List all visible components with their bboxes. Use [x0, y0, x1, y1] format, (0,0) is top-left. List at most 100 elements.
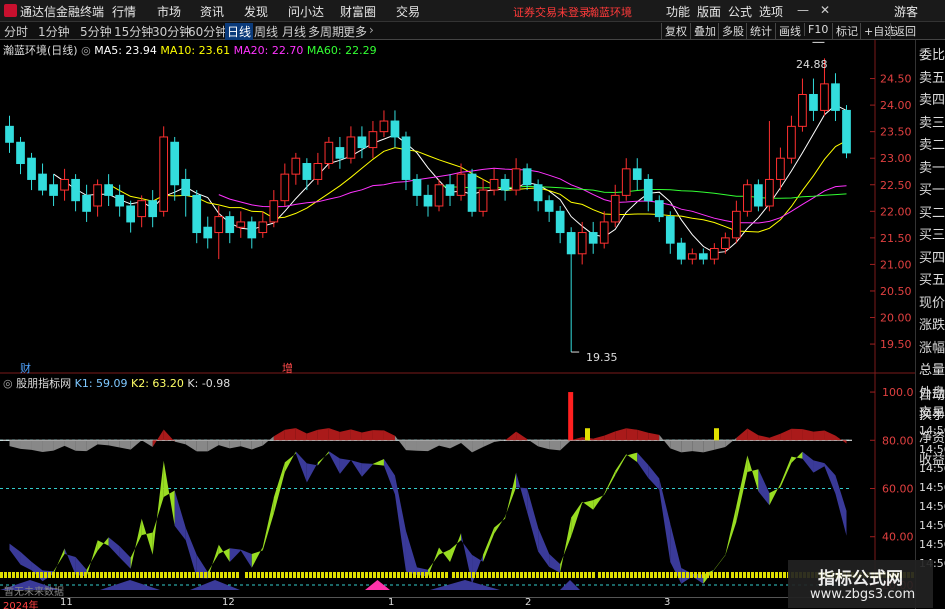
- menu-item[interactable]: 版面: [697, 3, 721, 20]
- period-tab[interactable]: 多周期: [308, 23, 344, 40]
- side-panel-item[interactable]: 现价: [919, 292, 945, 311]
- menu-item[interactable]: 问小达: [288, 3, 324, 20]
- date-label: 2: [525, 597, 532, 608]
- watermark-title: 指标公式网: [818, 569, 903, 589]
- oscillator-band: [747, 455, 759, 492]
- histogram-area: [218, 440, 230, 449]
- side-panel-item[interactable]: 卖一: [919, 157, 945, 176]
- menu-item[interactable]: 选项: [759, 3, 783, 20]
- side-panel-item[interactable]: 涨幅: [919, 337, 945, 356]
- histogram-area: [306, 429, 318, 441]
- status-strip-cell: [610, 572, 613, 578]
- status-strip-cell: [393, 572, 396, 578]
- side-panel-item[interactable]: 卖二: [919, 134, 945, 153]
- status-strip-cell: [747, 572, 750, 578]
- menu-item[interactable]: 市场: [157, 3, 181, 20]
- period-tab[interactable]: 5分钟: [80, 23, 112, 40]
- side-panel-item[interactable]: 买三: [919, 224, 945, 243]
- status-strip-cell: [160, 572, 163, 578]
- side-panel-item[interactable]: 卖三: [919, 112, 945, 131]
- period-tab[interactable]: 分时: [4, 23, 28, 40]
- histogram-area: [494, 440, 506, 442]
- side-panel-item[interactable]: 涨跌: [919, 314, 945, 333]
- period-tab[interactable]: 15分钟: [114, 23, 153, 40]
- more-chevron-icon[interactable]: ›: [369, 23, 374, 37]
- side-time: 14:56: [919, 424, 945, 437]
- status-strip-cell: [8, 572, 11, 578]
- date-label: 2024年: [3, 601, 39, 609]
- oscillator-band: [769, 483, 781, 506]
- candle-body: [104, 184, 113, 196]
- status-strip-cell: [500, 572, 503, 578]
- histogram-area: [703, 440, 715, 453]
- period-tab[interactable]: 周线: [254, 23, 278, 40]
- menu-item[interactable]: 资讯: [200, 3, 224, 20]
- status-strip-cell: [48, 572, 51, 578]
- menu-item[interactable]: 行情: [112, 3, 136, 20]
- menu-item[interactable]: 公式: [728, 3, 752, 20]
- status-strip-cell: [706, 572, 709, 578]
- side-panel-item[interactable]: 买四: [919, 247, 945, 266]
- status-strip-cell: [634, 572, 637, 578]
- toolbar-button[interactable]: 多股: [718, 23, 744, 39]
- status-strip-cell: [472, 572, 475, 578]
- toolbar-button[interactable]: 复权: [661, 23, 687, 39]
- period-tab[interactable]: 1分钟: [38, 23, 70, 40]
- toolbar-button[interactable]: 统计: [746, 23, 772, 39]
- status-strip-cell: [425, 572, 428, 578]
- kline-chart[interactable]: 24.50 24.00 23.50 23.00 22.50 22.00 21.50 21.00…: [0, 40, 915, 609]
- indicator-tick-label: 80.00: [882, 434, 914, 447]
- menu-item[interactable]: 发现: [244, 3, 268, 20]
- toolbar-button[interactable]: F10: [804, 23, 828, 36]
- menu-item[interactable]: 财富圈: [340, 3, 376, 20]
- side-panel-item[interactable]: 卖四: [919, 89, 945, 108]
- menu-item[interactable]: 交易: [396, 3, 420, 20]
- toolbar-button[interactable]: 叠加: [690, 23, 716, 39]
- period-tab[interactable]: 60分钟: [188, 23, 227, 40]
- period-tab[interactable]: 月线: [282, 23, 306, 40]
- status-strip-cell: [0, 572, 3, 578]
- event-marker[interactable]: 财: [20, 360, 31, 376]
- side-panel-item[interactable]: 委比: [919, 44, 945, 63]
- side-panel-item[interactable]: 买二: [919, 202, 945, 221]
- histogram-area: [681, 440, 693, 453]
- oscillator-band: [626, 452, 638, 463]
- status-strip-cell: [285, 572, 288, 578]
- side-panel-item[interactable]: 买一: [919, 179, 945, 198]
- close-icon[interactable]: ✕: [820, 3, 830, 17]
- minimize-icon[interactable]: —: [797, 3, 809, 17]
- status-strip-cell: [504, 572, 507, 578]
- oscillator-band: [361, 463, 373, 477]
- status-strip-cell: [245, 572, 248, 578]
- period-tab[interactable]: 更多: [343, 23, 367, 40]
- candle-body: [82, 194, 91, 212]
- histogram-area: [20, 440, 32, 450]
- status-strip-cell: [341, 572, 344, 578]
- status-strip-cell: [365, 572, 368, 578]
- side-panel-item[interactable]: 卖五: [919, 67, 945, 86]
- period-tab[interactable]: 30分钟: [152, 23, 191, 40]
- candle-body: [445, 184, 455, 196]
- app-name: 通达信金融终端: [20, 5, 105, 19]
- side-panel-item[interactable]: 买五: [919, 269, 945, 288]
- histogram-area: [538, 440, 550, 450]
- user-label[interactable]: 游客: [894, 3, 918, 20]
- login-warning[interactable]: 证券交易未登录: [513, 4, 590, 20]
- side-panel-item[interactable]: 自动: [919, 384, 945, 403]
- candle-body: [798, 93, 807, 127]
- period-tab-active[interactable]: 日线: [225, 23, 254, 40]
- event-marker[interactable]: 增: [282, 360, 293, 376]
- status-strip-cell: [755, 572, 758, 578]
- toolbar-button[interactable]: 返回: [890, 23, 916, 39]
- status-strip-cell: [361, 572, 364, 578]
- app-logo-icon: [4, 4, 17, 17]
- histogram-area: [9, 440, 21, 449]
- side-panel-item[interactable]: 交易: [919, 402, 945, 421]
- toolbar-button[interactable]: 标记: [832, 23, 858, 39]
- status-strip-cell: [516, 572, 519, 578]
- histogram-area: [174, 440, 186, 445]
- toolbar-button[interactable]: 画线: [775, 23, 801, 39]
- side-panel-item[interactable]: 总量: [919, 359, 945, 378]
- histogram-area: [461, 440, 473, 453]
- menu-item[interactable]: 功能: [666, 3, 690, 20]
